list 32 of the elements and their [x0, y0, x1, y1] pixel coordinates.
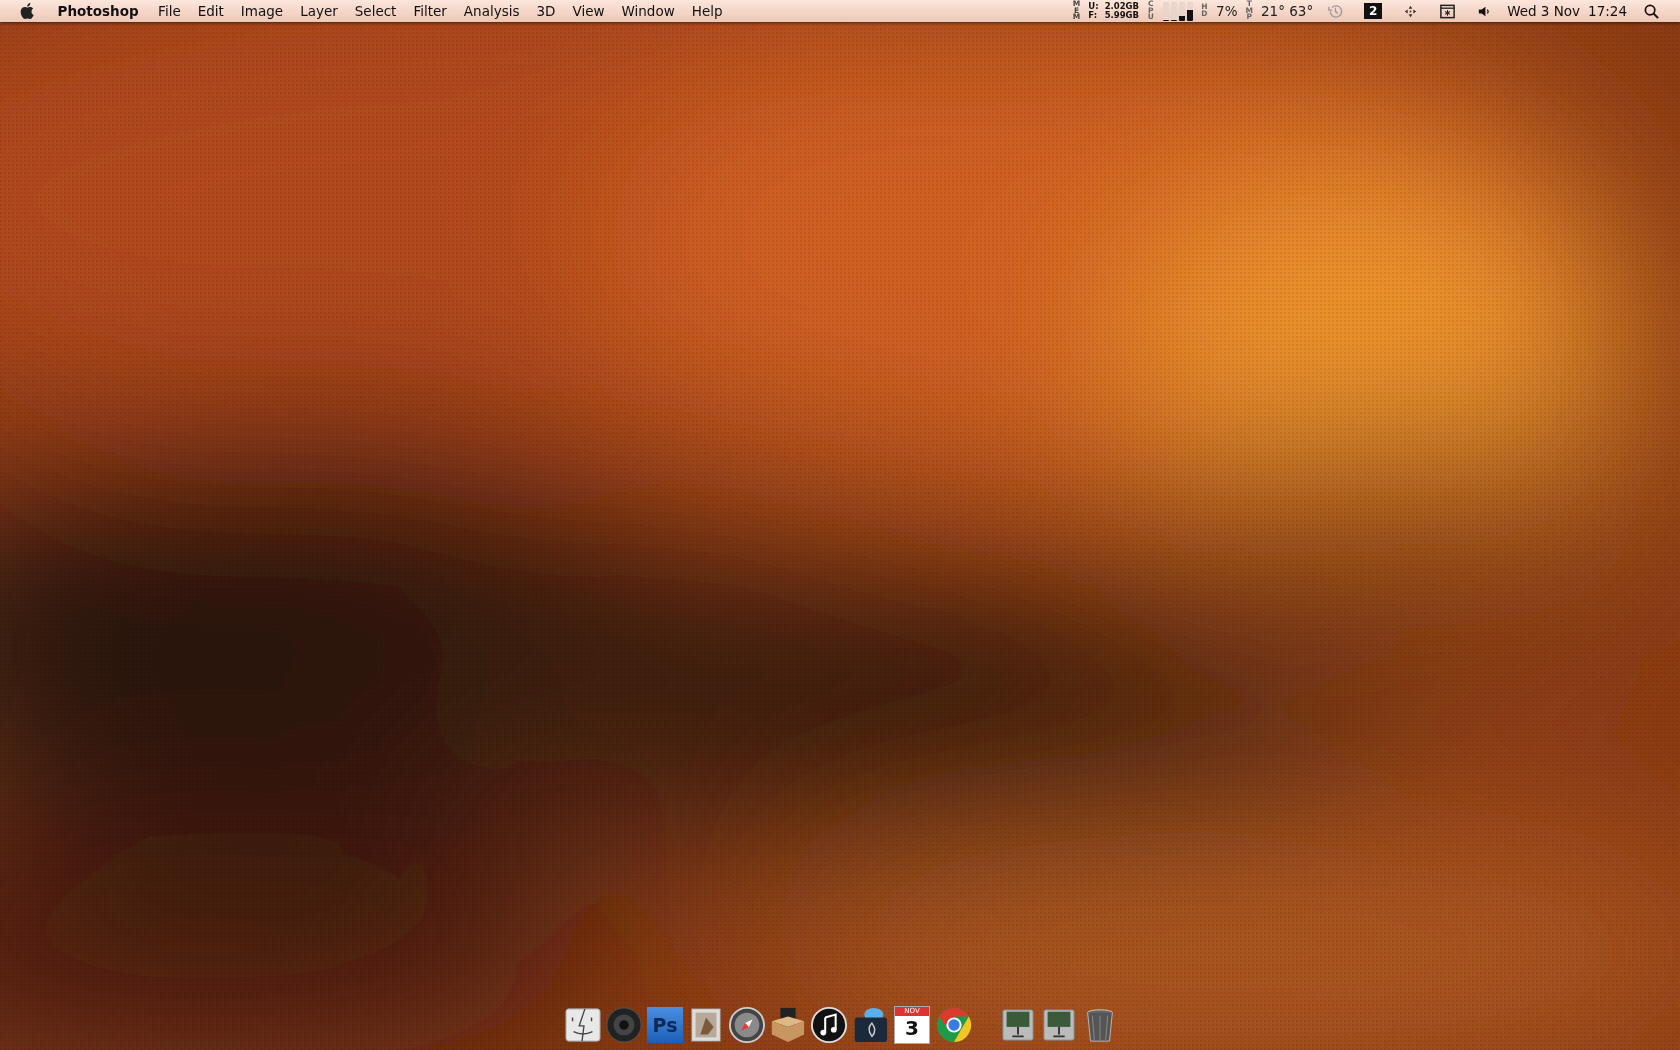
menu-item[interactable]: Select: [346, 3, 405, 19]
menu-item[interactable]: Edit: [189, 3, 233, 19]
time[interactable]: 17:24: [1588, 3, 1627, 19]
menu-item[interactable]: Analysis: [455, 3, 528, 19]
date[interactable]: Wed 3 Nov: [1507, 3, 1581, 19]
music-note-icon[interactable]: [810, 1006, 848, 1044]
memory-free-label: F:: [1088, 11, 1099, 20]
compass-icon[interactable]: [728, 1006, 766, 1044]
memory-free: 5.99GB: [1104, 11, 1140, 20]
menu-item[interactable]: 3D: [528, 3, 564, 19]
hard-drive-icon[interactable]: [999, 1006, 1037, 1044]
disk-usage: 7%: [1216, 3, 1238, 19]
calendar-day: 3: [905, 1016, 919, 1041]
spaces-indicator[interactable]: 2: [1364, 3, 1383, 19]
menu-item[interactable]: Layer: [291, 3, 347, 19]
hard-drive-icon[interactable]: [1040, 1006, 1078, 1044]
keyboard-viewer-icon[interactable]: [1439, 2, 1457, 20]
memory-used-label: U:: [1088, 2, 1099, 11]
search-icon[interactable]: [1643, 2, 1660, 20]
menu-item[interactable]: Filter: [404, 3, 456, 19]
app-menu[interactable]: Photoshop: [49, 3, 150, 19]
round-browser-icon[interactable]: [935, 1006, 973, 1044]
menu-item[interactable]: Help: [683, 3, 732, 19]
menu-item[interactable]: Image: [232, 3, 292, 19]
apple-logo-icon[interactable]: [18, 2, 35, 20]
temperature-reading: 21° 63°: [1261, 3, 1314, 19]
menu-item[interactable]: View: [563, 3, 613, 19]
menu-item[interactable]: Window: [613, 3, 684, 19]
menu-item[interactable]: File: [149, 3, 190, 19]
box-icon[interactable]: [769, 1006, 807, 1044]
memory-used: 2.02GB: [1104, 2, 1140, 11]
finder-face-icon[interactable]: [564, 1006, 602, 1044]
